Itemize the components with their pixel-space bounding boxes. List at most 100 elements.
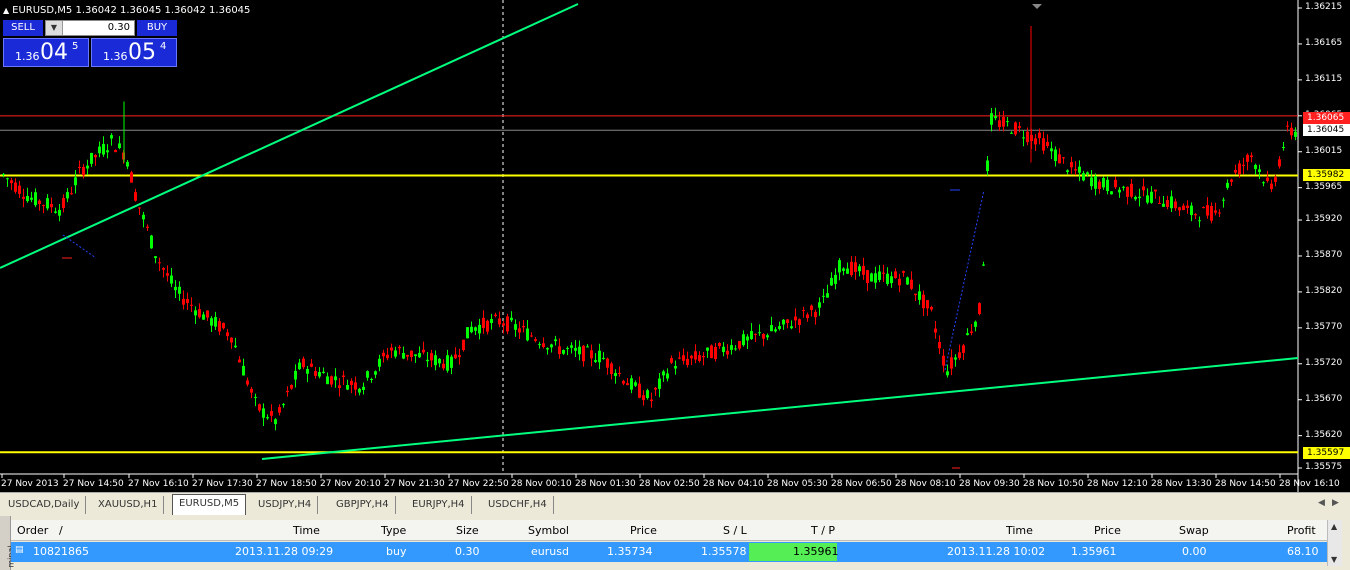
- candle-body: [1094, 175, 1097, 189]
- candle-body: [1182, 205, 1185, 211]
- col-swap[interactable]: Swap: [1179, 524, 1209, 537]
- candle-body: [954, 357, 957, 360]
- candle-body: [898, 278, 901, 286]
- candle-body: [1210, 205, 1213, 221]
- price-tick-label: 1.35870: [1305, 249, 1343, 260]
- candle-body: [342, 375, 345, 378]
- candle-body: [810, 305, 813, 310]
- sell-price-quote[interactable]: 1.36 04 5: [3, 38, 89, 67]
- candle-body: [806, 314, 809, 319]
- price-tick-label: 1.35770: [1305, 321, 1343, 332]
- chevron-down-icon[interactable]: ▼: [46, 21, 63, 35]
- price-tick-label: 1.35670: [1305, 393, 1343, 404]
- chevron-left-icon[interactable]: ◀: [1318, 498, 1325, 508]
- candle-body: [942, 355, 945, 366]
- col-profit[interactable]: Profit: [1287, 524, 1316, 537]
- price-label-bid: 1.36045: [1303, 124, 1350, 136]
- col-price[interactable]: Price: [630, 524, 657, 537]
- tab-eurusd-m5[interactable]: EURUSD,M5: [172, 494, 247, 515]
- candle-body: [886, 273, 889, 284]
- scroll-down-icon[interactable]: ▼: [1331, 555, 1337, 564]
- candle-body: [1130, 183, 1133, 197]
- candle-body: [558, 346, 561, 355]
- candle-body: [598, 350, 601, 363]
- time-tick-label: 27 Nov 22:50: [448, 479, 509, 489]
- candle-body: [718, 343, 721, 347]
- tab-usdjpy-h4[interactable]: USDJPY,H4: [252, 496, 319, 514]
- candle-body: [974, 321, 977, 327]
- candle-body: [1034, 138, 1037, 145]
- candle-body: [1170, 196, 1173, 209]
- candle-body: [526, 328, 529, 341]
- tab-usdcad-daily[interactable]: USDCAD,Daily: [2, 496, 87, 514]
- col-size[interactable]: Size: [456, 524, 479, 537]
- candle-body: [286, 390, 289, 393]
- candle-body: [610, 363, 613, 375]
- candle-body: [442, 363, 445, 369]
- candle-body: [726, 350, 729, 355]
- col-close-time[interactable]: Time: [1006, 524, 1033, 537]
- candle-body: [138, 207, 141, 209]
- sell-button[interactable]: SELL: [3, 20, 43, 36]
- candle-body: [702, 356, 705, 358]
- price-chart[interactable]: ▲ EURUSD,M5 1.36042 1.36045 1.36042 1.360…: [0, 0, 1350, 492]
- candle-body: [986, 160, 989, 172]
- lot-value[interactable]: 0.30: [108, 21, 130, 35]
- candle-body: [398, 346, 401, 349]
- candle-body: [6, 178, 9, 180]
- candle-body: [550, 344, 553, 348]
- candle-body: [418, 352, 421, 358]
- col-type[interactable]: Type: [381, 524, 406, 537]
- candle-body: [158, 262, 161, 264]
- candle-body: [1214, 210, 1217, 213]
- col-open-time[interactable]: Time: [293, 524, 320, 537]
- candle-body: [1194, 214, 1197, 216]
- candle-body: [1254, 164, 1257, 170]
- col-order[interactable]: Order: [17, 524, 48, 537]
- candle-body: [114, 150, 117, 153]
- candle-body: [482, 317, 485, 329]
- buy-price-prefix: 1.36: [103, 50, 128, 63]
- trade-type: buy: [386, 545, 407, 558]
- candle-body: [194, 310, 197, 316]
- tab-gbpjpy-h4[interactable]: GBPJPY,H4: [330, 496, 396, 514]
- candle-body: [1294, 131, 1297, 137]
- buy-button[interactable]: BUY: [137, 20, 177, 36]
- buy-price-quote[interactable]: 1.36 05 4: [91, 38, 177, 67]
- candle-body: [1010, 132, 1013, 134]
- tab-usdchf-h4[interactable]: USDCHF,H4: [482, 496, 554, 514]
- tab-xauusd-h1[interactable]: XAUUSD,H1: [92, 496, 165, 514]
- candle-body: [662, 371, 665, 376]
- chevron-right-icon[interactable]: ▶: [1332, 498, 1339, 508]
- candle-body: [478, 324, 481, 334]
- time-tick-label: 27 Nov 17:30: [192, 479, 253, 489]
- price-tick-label: 1.36165: [1305, 37, 1343, 48]
- candle-body: [162, 268, 165, 270]
- candle-body: [786, 319, 789, 324]
- candle-body: [358, 388, 361, 393]
- candle-body: [734, 348, 737, 350]
- swap-value: 0.00: [1182, 545, 1207, 558]
- time-tick-label: 28 Nov 09:30: [959, 479, 1020, 489]
- candle-body: [982, 264, 985, 266]
- col-sl[interactable]: S / L: [723, 524, 747, 537]
- table-row[interactable]: ▤ 10821865 2013.11.28 09:29 buy 0.30 eur…: [11, 542, 1327, 562]
- tab-eurjpy-h4[interactable]: EURJPY,H4: [406, 496, 472, 514]
- vertical-scrollbar[interactable]: ▲ ▼: [1327, 520, 1342, 566]
- candle-body: [1118, 189, 1121, 193]
- col-close-price[interactable]: Price: [1094, 524, 1121, 537]
- candle-body: [1054, 149, 1057, 161]
- candle-body: [1198, 220, 1201, 222]
- candle-body: [822, 295, 825, 297]
- candle-body: [462, 339, 465, 351]
- candle-body: [1206, 205, 1209, 216]
- lot-size-field[interactable]: ▼ 0.30: [45, 20, 135, 36]
- col-tp[interactable]: T / P: [811, 524, 835, 537]
- candle-body: [950, 357, 953, 369]
- scroll-up-icon[interactable]: ▲: [1331, 522, 1337, 531]
- candle-body: [778, 326, 781, 329]
- sell-price-fraction: 5: [72, 41, 79, 52]
- candle-body: [794, 316, 797, 321]
- candle-body: [958, 352, 961, 359]
- col-symbol[interactable]: Symbol: [528, 524, 569, 537]
